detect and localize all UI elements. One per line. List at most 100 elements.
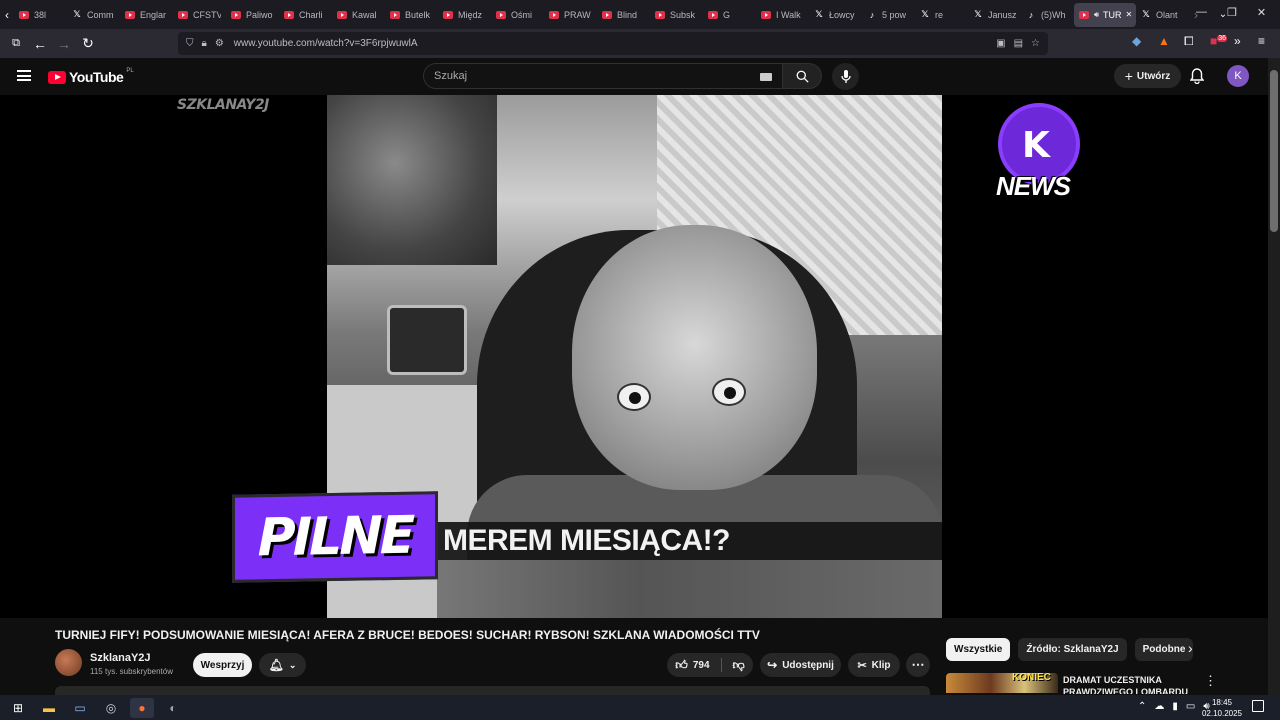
chip-all[interactable]: Wszystkie — [946, 638, 1011, 661]
browser-tab[interactable]: ♪ (5)Wh — [1021, 0, 1074, 29]
extensions-puzzle-icon[interactable]: ⧠ — [1184, 34, 1194, 49]
overflow-chevrons-icon[interactable]: » — [1234, 34, 1241, 48]
like-button[interactable]: 👍︎ 794 — [675, 658, 709, 673]
search-button[interactable] — [782, 63, 822, 89]
tray-chevron-up-icon[interactable]: ⌃ — [1138, 701, 1146, 712]
chip-source[interactable]: Źródło: SzklanaY2J — [1018, 638, 1127, 661]
hamburger-menu-icon[interactable] — [17, 70, 31, 81]
browser-tab[interactable]: CFSTV — [173, 0, 226, 29]
scrollbar-thumb[interactable] — [1270, 70, 1278, 232]
bookmark-star-icon[interactable]: ☆ — [1031, 38, 1040, 49]
permissions-icon[interactable]: ⚙ — [215, 38, 224, 49]
tracking-shield-icon[interactable]: ⛉ — [186, 38, 194, 49]
browser-tab[interactable]: 🔊︎ TUR ✕ — [1074, 2, 1136, 27]
subscription-bell-button[interactable]: 🔔︎ ⌄ — [259, 653, 306, 677]
recommendation-title[interactable]: DRAMAT UCZESTNIKA PRAWDZIWEGO LOMBARDU — [1063, 674, 1193, 694]
notifications-bell-icon[interactable] — [1189, 68, 1205, 89]
video-player[interactable]: SZKLANAY2J K NEWS MEREM MIESIĄCA!? PILNE — [0, 95, 1268, 618]
browser-tab[interactable]: 𝕏 Janusz — [968, 0, 1021, 29]
support-button[interactable]: Wesprzyj — [193, 653, 252, 677]
news-logo-letter: K — [1022, 125, 1050, 166]
more-actions-icon[interactable]: ⋯ — [906, 653, 930, 677]
steam-icon[interactable]: ◎ — [99, 698, 123, 718]
back-arrow-icon[interactable]: ← — [28, 32, 52, 56]
browser-tab[interactable]: Blind — [597, 0, 650, 29]
network-icon[interactable]: ▭ — [1186, 701, 1195, 712]
browser-tab[interactable]: 𝕏re — [915, 0, 968, 29]
news-logo-text: NEWS — [996, 171, 1071, 201]
browser-tab[interactable]: Butelk — [385, 0, 438, 29]
windows-start-icon[interactable]: ⊞ — [6, 698, 30, 718]
glass-shape — [387, 305, 467, 375]
news-logo: K NEWS — [996, 103, 1086, 208]
app-menu-icon[interactable]: ≡ — [1258, 34, 1265, 48]
tabs-scroll-left-icon[interactable]: ‹ — [0, 3, 14, 27]
window-restore-icon[interactable]: ❐ — [1227, 6, 1237, 19]
browser-tab[interactable]: Englar — [120, 0, 173, 29]
monitor-app-icon[interactable]: ▭ — [68, 698, 92, 718]
youtube-logo-text: YouTube — [69, 69, 124, 85]
chevron-down-icon: ⌄ — [288, 659, 297, 670]
reader-mode-icon[interactable]: ▤ — [1014, 38, 1023, 49]
tab-title: I Walk — [776, 9, 801, 20]
url-text[interactable]: www.youtube.com/watch?v=3F6rpjwuwlA — [234, 38, 418, 49]
microphone-tray-icon[interactable]: ▮ — [1172, 701, 1178, 712]
browser-tab[interactable]: Charli — [279, 0, 332, 29]
window-minimize-icon[interactable]: — — [1196, 6, 1207, 19]
chips-next-arrow-icon[interactable]: › — [1188, 640, 1193, 656]
recommendation-thumbnail[interactable]: KONIEC — [946, 673, 1058, 693]
sidebar-toggle-icon[interactable]: ⧉ — [4, 32, 28, 56]
tab-title: Charli — [299, 9, 323, 20]
page-scrollbar[interactable] — [1268, 58, 1280, 695]
windows-taskbar: ⊞ ▬ ▭ ◎ ● ◐ ⌃ ☁ ▮ ▭ 🔊︎ 18:45 02.10.2025 — [0, 695, 1280, 720]
browser-tab[interactable]: Międz — [438, 0, 491, 29]
browser-tab[interactable]: Kawal — [332, 0, 385, 29]
notifications-icon[interactable] — [1252, 700, 1264, 712]
channel-avatar[interactable] — [55, 649, 82, 676]
browser-tab[interactable]: Ośmi — [491, 0, 544, 29]
browser-tab[interactable]: 38l — [14, 0, 67, 29]
taskbar-clock[interactable]: 18:45 02.10.2025 — [1202, 697, 1242, 719]
browser-tab[interactable]: 𝕏 Comm — [67, 0, 120, 29]
browser-tab[interactable]: G — [703, 0, 756, 29]
browser-tab[interactable]: 𝕏 Olant — [1136, 0, 1189, 29]
onedrive-cloud-icon[interactable]: ☁ — [1154, 701, 1164, 712]
browser-tab[interactable]: PRAW — [544, 0, 597, 29]
chip-related[interactable]: Podobne — [1134, 638, 1194, 661]
extension-badge-icon[interactable]: ■36 — [1210, 34, 1228, 48]
clock-date: 02.10.2025 — [1201, 709, 1242, 718]
address-bar[interactable]: ⛉ 🔒︎ ⚙ www.youtube.com/watch?v=3F6rpjwuw… — [178, 32, 1048, 55]
picture-in-picture-icon[interactable]: ▣ — [996, 38, 1005, 49]
window-close-icon[interactable]: ✕ — [1257, 6, 1266, 19]
recommendation-menu-icon[interactable]: ⋮ — [1204, 673, 1217, 689]
keyboard-icon[interactable] — [760, 73, 772, 81]
share-button[interactable]: ↪ Udostępnij — [760, 653, 841, 677]
browser-tab[interactable]: 𝕏 Łowcy — [809, 0, 862, 29]
extension-fox-icon[interactable]: ▲ — [1158, 34, 1170, 48]
channel-watermark: SZKLANAY2J — [177, 97, 269, 113]
file-explorer-icon[interactable]: ▬ — [37, 698, 61, 718]
channel-name[interactable]: SzklanaY2J — [90, 652, 151, 664]
browser-tab[interactable]: Paliwo — [226, 0, 279, 29]
browser-tab[interactable]: I Walk — [756, 0, 809, 29]
thumbs-down-icon[interactable]: 👎︎ — [733, 658, 745, 673]
clip-button[interactable]: ✂ Klip — [848, 653, 900, 677]
youtube-icon — [1078, 9, 1090, 21]
browser-tab[interactable]: Subsk — [650, 0, 703, 29]
extension-badge-count: 36 — [1217, 35, 1228, 42]
tab-title: Blind — [617, 9, 638, 20]
account-avatar[interactable]: K — [1227, 65, 1249, 87]
lock-icon[interactable]: 🔒︎ — [202, 38, 207, 49]
search-input[interactable]: Szukaj — [423, 63, 783, 89]
forward-arrow-icon[interactable]: → — [52, 32, 76, 56]
firefox-icon[interactable]: ● — [130, 697, 154, 718]
app-icon[interactable]: ◐ — [161, 698, 185, 718]
browser-tab[interactable]: ♪ 5 pow — [862, 0, 915, 29]
audio-playing-icon[interactable]: 🔊︎ — [1094, 10, 1099, 20]
youtube-logo[interactable]: YouTube PL — [48, 68, 134, 85]
create-button[interactable]: + Utwórz — [1114, 64, 1181, 88]
voice-search-button[interactable] — [832, 63, 859, 90]
tab-close-icon[interactable]: ✕ — [1126, 10, 1133, 19]
reload-icon[interactable]: ↻ — [76, 32, 100, 56]
ublock-icon[interactable]: ◆ — [1132, 34, 1141, 48]
